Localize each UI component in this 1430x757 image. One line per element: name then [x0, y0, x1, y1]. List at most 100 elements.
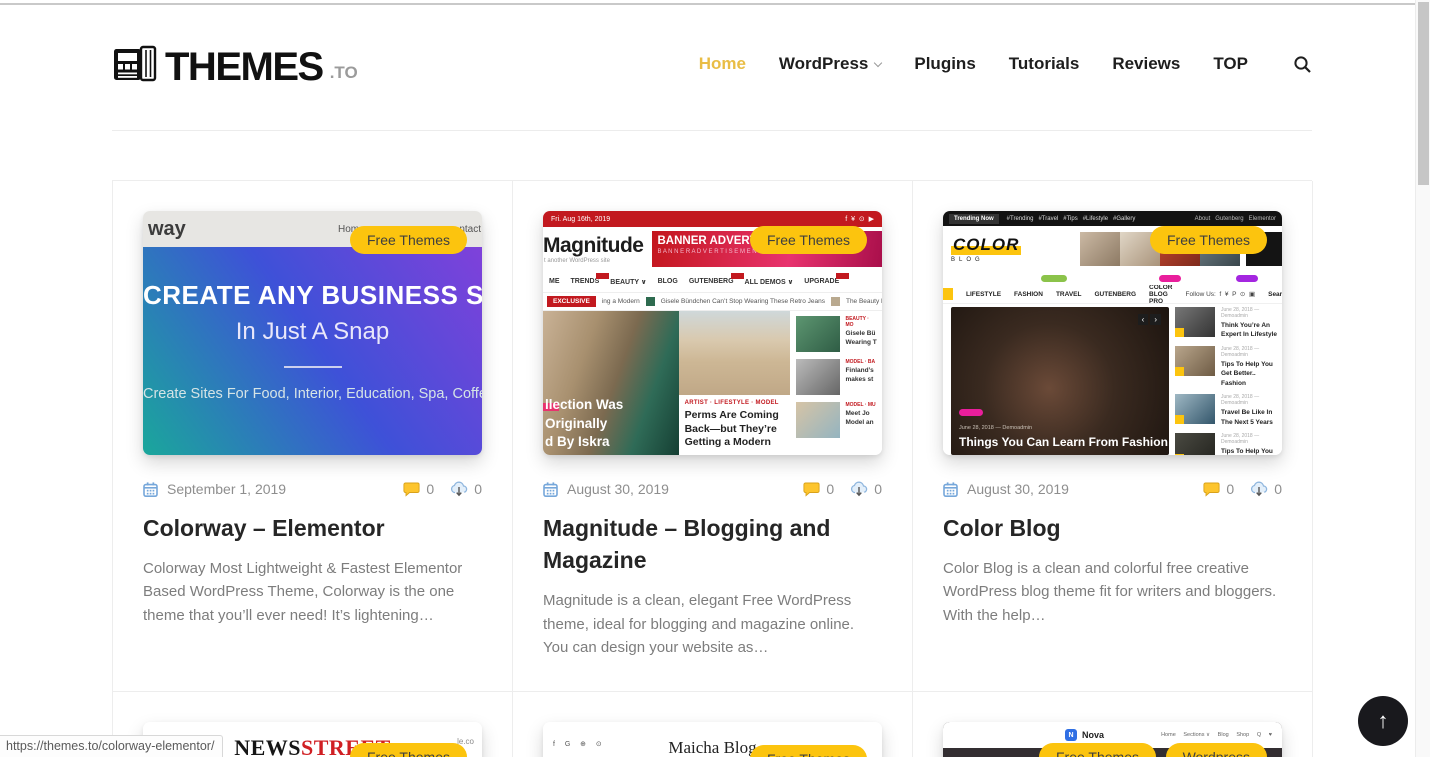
theme-card-magnitude[interactable]: Fri. Aug 16th, 2019 f ¥ ⊙ ▶ Magnitude t …	[513, 181, 913, 692]
theme-card-nova[interactable]: N Nova Home Sections ∨ Blog Shop Q ♥ Fre…	[913, 692, 1313, 757]
themes-grid: way Home ntact CREATE ANY BUSINESS SITE …	[112, 180, 1313, 757]
nova-nav: Home Sections ∨ Blog Shop Q ♥	[1161, 732, 1272, 738]
magnitude-thumbnail[interactable]: Fri. Aug 16th, 2019 f ¥ ⊙ ▶ Magnitude t …	[543, 211, 882, 455]
magnitude-beach-photo	[678, 311, 791, 395]
colorway-thumbnail[interactable]: way Home ntact CREATE ANY BUSINESS SITE …	[143, 211, 482, 455]
magnitude-ticker: EXCLUSIVE ing a Modern Gisele Bündchen C…	[543, 293, 882, 311]
free-themes-badge[interactable]: Free Themes	[350, 226, 467, 254]
pink-category-pill	[959, 409, 983, 416]
hero-date: June 28, 2018 — Demoadmin	[959, 425, 1033, 431]
nova-thumbnail[interactable]: N Nova Home Sections ∨ Blog Shop Q ♥ Fre…	[943, 722, 1282, 757]
nav-tutorials[interactable]: Tutorials	[1009, 54, 1080, 74]
post-meta: September 1, 2019 0 0	[143, 481, 482, 497]
post-title[interactable]: Colorway – Elementor	[143, 512, 482, 544]
main-nav: Home WordPress Plugins Tutorials Reviews…	[699, 54, 1312, 74]
side-cat: MODEL · BA	[845, 359, 876, 365]
downloads-cloud-icon	[1251, 481, 1268, 497]
magnitude-logo: Magnitude	[543, 234, 644, 257]
green-pill	[1041, 275, 1067, 282]
free-themes-badge[interactable]: Free Themes	[750, 226, 867, 254]
nav-wordpress[interactable]: WordPress	[778, 54, 883, 74]
theme-card-colorway[interactable]: way Home ntact CREATE ANY BUSINESS SITE …	[113, 181, 513, 692]
cb-nav-item: FASHION	[1014, 290, 1043, 298]
search-icon	[1294, 55, 1311, 73]
colorblog-topbar: Trending Now #Trending #Travel #Tips #Li…	[943, 211, 1282, 226]
post-excerpt: Color Blog is a clean and colorful free …	[943, 560, 1277, 624]
nova-logo-icon: N	[1065, 729, 1078, 741]
colorblog-thumbnail[interactable]: Trending Now #Trending #Travel #Tips #Li…	[943, 211, 1282, 455]
ticker-item: ing a Modern	[601, 298, 640, 305]
ticker-item: Gisele Bündchen Can’t Stop Wearing These…	[660, 298, 825, 305]
post-date: August 30, 2019	[967, 481, 1069, 497]
mg-hero-line: d By Iskra	[545, 433, 610, 449]
side-date: June 28, 2018 — Demoadmin	[1221, 307, 1260, 319]
nav-home[interactable]: Home	[699, 54, 746, 74]
purple-pill	[1236, 275, 1258, 282]
colorway-hero: CREATE ANY BUSINESS SITE In Just A Snap …	[143, 247, 482, 455]
comments-icon	[803, 482, 820, 497]
side-title: makes st	[845, 376, 874, 383]
themes-logo-icon	[114, 45, 157, 82]
cb-nav-item: TRAVEL	[1055, 290, 1082, 298]
free-themes-badge[interactable]: Free Themes	[1150, 226, 1267, 254]
wordpress-badge[interactable]: Wordpress	[1165, 743, 1267, 757]
colorblog-sidebar: June 28, 2018 — Demoadmin Think You’re A…	[1175, 307, 1280, 455]
magnitude-social-icons: f ¥ ⊙ ▶	[845, 216, 874, 223]
magnitude-tagline: t another WordPress site	[544, 258, 610, 264]
comments-icon	[1203, 482, 1220, 497]
logo-suffix: .TO	[329, 63, 358, 82]
hashtag-nav: #Trending #Travel #Tips #Lifestyle #Gall…	[1006, 215, 1136, 222]
post-title[interactable]: Color Blog	[943, 512, 1282, 544]
comments-icon	[403, 482, 420, 497]
theme-card-colorblog[interactable]: Trending Now #Trending #Travel #Tips #Li…	[913, 181, 1313, 692]
downloads-cloud-icon	[451, 481, 468, 497]
nova-logo-text: Nova	[1082, 730, 1105, 740]
search-button[interactable]	[1293, 55, 1312, 74]
post-title[interactable]: Magnitude – Blogging and Magazine	[543, 512, 882, 576]
side-date: June 28, 2018 — Demoadmin	[1221, 432, 1260, 445]
ticker-item: The Beauty Products Chrissy Teigen Can’t…	[845, 298, 882, 305]
browser-scrollbar[interactable]	[1415, 0, 1430, 757]
free-themes-badge[interactable]: Free Themes	[1039, 743, 1156, 757]
magnitude-sidebar: BEAUTY · MO Gisele Bü Wearing T MODEL · …	[790, 311, 882, 455]
article-categories: ARTIST · LIFESTYLE · MODEL	[684, 400, 779, 406]
cb-nav-item: LIFESTYLE	[966, 290, 1002, 298]
newsstreet-logo: NEWS	[234, 735, 301, 757]
post-meta: August 30, 2019 0 0	[943, 481, 1282, 497]
colorblog-hero-photo: ‹ › June 28, 2018 — Demoadmin Things You …	[951, 307, 1169, 455]
theme-card-maicha[interactable]: f G ⊕ ⊙ Maicha Blog Free Themes	[513, 692, 913, 757]
mg-nav-item: BEAUTY ∨	[610, 278, 647, 286]
nav-plugins[interactable]: Plugins	[914, 54, 975, 74]
side-thumb	[1175, 432, 1215, 455]
free-themes-badge[interactable]: Free Themes	[350, 743, 467, 757]
downloads-count: 0	[1274, 481, 1282, 497]
magnitude-topbar-date: Fri. Aug 16th, 2019	[551, 215, 611, 223]
calendar-icon	[143, 481, 158, 497]
arrow-up-icon: ↑	[1377, 708, 1389, 733]
downloads-count: 0	[474, 481, 482, 497]
side-title: Model an	[845, 419, 874, 426]
category-pills	[943, 272, 1282, 285]
header-divider	[112, 130, 1312, 131]
side-thumb	[1175, 307, 1215, 337]
colorblog-nav: LIFESTYLE FASHION TRAVEL GUTENBERG COLOR…	[943, 285, 1282, 304]
nav-wordpress-label: WordPress	[778, 54, 869, 73]
side-title: Tips To Help You Get Better.. Fashion	[1221, 360, 1273, 387]
magnitude-featured-photo: llection Was Originally d By Iskra	[543, 311, 679, 455]
mg-nav-item: GUTENBERG	[688, 273, 744, 285]
search-partial: Sear	[1268, 290, 1282, 298]
magnitude-topbar: Fri. Aug 16th, 2019 f ¥ ⊙ ▶	[543, 211, 882, 227]
side-thumb	[796, 402, 841, 438]
nav-top[interactable]: TOP	[1213, 54, 1248, 74]
nav-reviews[interactable]: Reviews	[1112, 54, 1180, 74]
maicha-thumbnail[interactable]: f G ⊕ ⊙ Maicha Blog Free Themes	[543, 722, 882, 757]
scrollbar-thumb[interactable]	[1418, 2, 1429, 185]
side-date: June 28, 2018 — Demoadmin	[1221, 345, 1260, 358]
free-themes-badge[interactable]: Free Themes	[750, 745, 867, 757]
site-logo[interactable]: THEMES .TO	[112, 42, 358, 87]
mg-nav-item: UPGRADE	[804, 273, 850, 285]
side-thumb	[1175, 345, 1215, 376]
scroll-to-top-button[interactable]: ↑	[1358, 696, 1408, 746]
site-header: THEMES .TO Home WordPress Plugins Tutori…	[112, 0, 1312, 95]
cb-nav-item: GUTENBERG	[1094, 290, 1136, 298]
